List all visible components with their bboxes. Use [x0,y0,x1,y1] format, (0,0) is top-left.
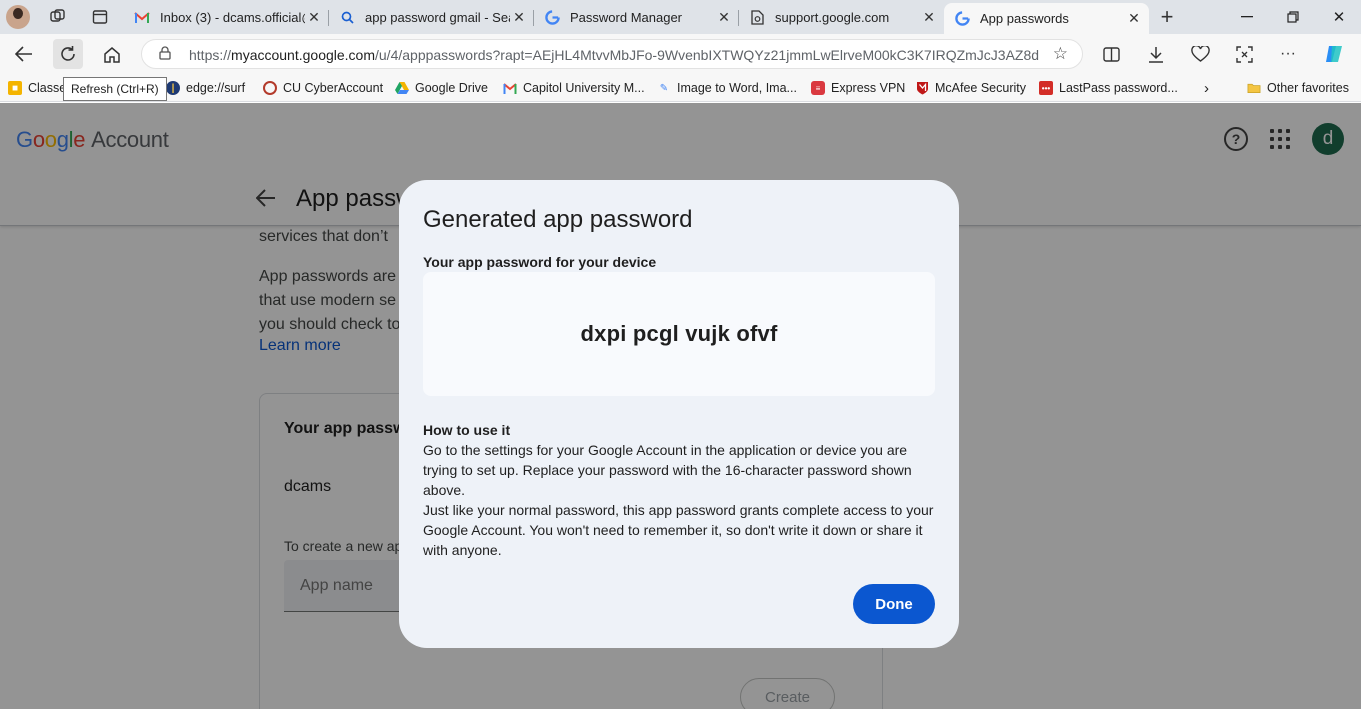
more-options-icon[interactable]: ··· [1273,39,1303,69]
warning-paragraph: Just like your normal password, this app… [423,502,934,558]
lastpass-icon: ••• [1039,81,1053,95]
lock-icon[interactable] [159,46,171,63]
home-icon[interactable] [97,39,127,69]
browser-essentials-icon[interactable] [1185,39,1215,69]
bookmark-mcafee[interactable]: McAfee Security [915,79,1026,97]
screenshot-icon[interactable] [1229,39,1259,69]
page-icon [749,10,765,26]
dialog-subtitle: Your app password for your device [423,254,657,270]
url-text[interactable]: https://myaccount.google.com/u/4/apppass… [189,47,1039,63]
more-bookmarks-chevron-icon[interactable]: › [1204,79,1209,97]
bookmark-express-vpn[interactable]: ≡ Express VPN [811,79,905,97]
favorites-bar: ■ Classe | edge://surf CU CyberAccount G… [0,74,1361,102]
bookmark-edge-surf[interactable]: | edge://surf [166,79,245,97]
bookmark-lastpass[interactable]: ••• LastPass password... [1039,79,1178,97]
tab-search[interactable]: app password gmail - Searc ✕ [329,3,534,32]
mcafee-shield-icon [915,81,929,95]
copilot-icon[interactable] [1319,39,1349,69]
google-icon [954,11,970,27]
close-tab-icon[interactable]: ✕ [1125,10,1143,27]
tab-password-manager[interactable]: Password Manager ✕ [534,3,739,32]
refresh-tooltip: Refresh (Ctrl+R) [63,77,167,101]
gmail-icon [134,10,150,26]
howto-paragraph: Go to the settings for your Google Accou… [423,442,912,498]
password-box: dxpi pcgl vujk ofvf [423,272,935,396]
search-icon [339,10,355,26]
downloads-icon[interactable] [1141,39,1171,69]
tab-support[interactable]: support.google.com ✕ [739,3,944,32]
bookmark-classe[interactable]: ■ Classe [8,79,66,97]
tab-actions-icon[interactable] [89,6,111,28]
browser-toolbar: https://myaccount.google.com/u/4/apppass… [0,34,1361,74]
dialog-title: Generated app password [423,206,693,233]
restore-icon[interactable] [1282,6,1304,28]
folder-icon [1247,81,1261,95]
refresh-icon[interactable] [53,39,83,69]
split-screen-icon[interactable] [1096,39,1126,69]
close-tab-icon[interactable]: ✕ [305,9,323,26]
workspaces-icon[interactable] [47,6,69,28]
generated-password-dialog: Generated app password Your app password… [399,180,959,648]
google-drive-icon [395,81,409,95]
done-button[interactable]: Done [853,584,935,624]
cu-seal-icon [263,81,277,95]
minimize-icon[interactable] [1236,6,1258,28]
image-to-word-icon: ✎ [659,82,669,94]
favorite-star-icon[interactable]: ☆ [1053,44,1068,64]
new-tab-icon[interactable]: + [1156,4,1178,29]
classroom-icon: ■ [8,81,22,95]
howto-heading: How to use it [423,422,511,438]
gmail-icon [503,81,517,95]
generated-password[interactable]: dxpi pcgl vujk ofvf [581,321,778,347]
tab-strip: Inbox (3) - dcams.official@g ✕ app passw… [0,0,1361,34]
close-tab-icon[interactable]: ✕ [510,9,528,26]
bookmark-cu-cyberaccount[interactable]: CU CyberAccount [263,79,383,97]
tab-inbox[interactable]: Inbox (3) - dcams.official@g ✕ [124,3,329,32]
close-window-icon[interactable]: ✕ [1328,6,1350,28]
bookmark-image-to-word[interactable]: ✎ Image to Word, Ima... [657,79,797,97]
address-bar[interactable]: https://myaccount.google.com/u/4/apppass… [141,39,1083,69]
google-icon [544,10,560,26]
bookmark-google-drive[interactable]: Google Drive [395,79,488,97]
tab-app-passwords[interactable]: App passwords ✕ [944,3,1149,34]
bookmark-capitol-university[interactable]: Capitol University M... [503,79,645,97]
surf-icon: | [166,81,180,95]
close-tab-icon[interactable]: ✕ [715,9,733,26]
bookmark-other-favorites[interactable]: Other favorites [1247,79,1349,97]
expressvpn-icon: ≡ [811,81,825,95]
close-tab-icon[interactable]: ✕ [920,9,938,26]
back-icon[interactable] [9,39,39,69]
profile-avatar-icon[interactable] [6,5,30,29]
